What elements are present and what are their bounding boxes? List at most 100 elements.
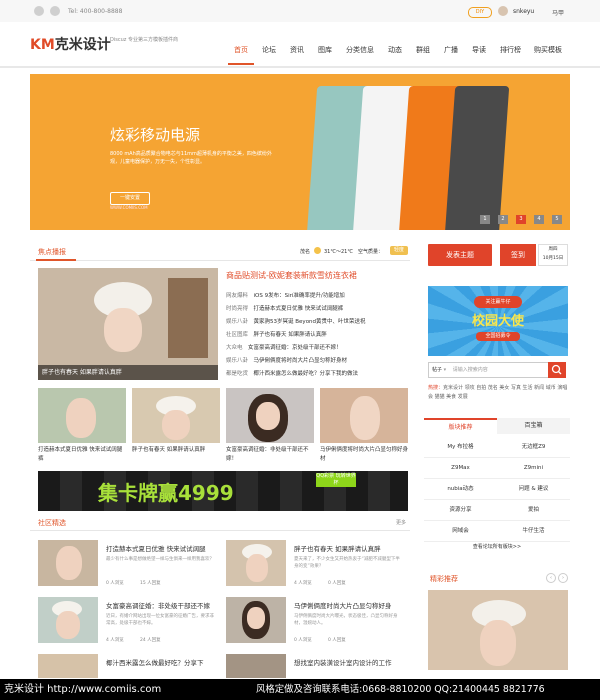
nav-news[interactable]: 资讯 [290,45,304,55]
board-link[interactable]: Z9mini [497,458,570,479]
thumb-caption[interactable]: 女富豪高调征婚：非处级干部还不嫁！ [226,446,314,464]
post-image[interactable] [226,654,286,678]
face-shape [246,554,268,582]
nav-gallery[interactable]: 图库 [318,45,332,55]
weibo-icon[interactable] [50,6,60,16]
news-row[interactable]: 社区图库 胖子也有春天 如果胖请认真胖 [226,330,327,338]
nav-home[interactable]: 首页 [234,45,248,55]
hot-words[interactable]: 克米设计 领攻 自拍 茂名 美女 写真 生活 新闻 域币 演唱会 猫猫 美食 发… [428,385,567,400]
thumb-caption[interactable]: 胖子也有春天 如果胖请认真胖 [132,446,220,455]
slide-dot-5[interactable]: 5 [552,215,562,224]
banner-title: 炫彩移动电源 [110,126,201,144]
post-title[interactable]: 想找室内装潢设计室内设计的工作 [294,657,392,667]
footer-bar: 克米设计 http://www.comiis.com 风格定做及咨询联系电话:0… [0,679,600,700]
board-link[interactable]: 资源分享 [424,500,497,521]
news-title: 打造赫本式夏日优雅 快来试试阔腿裤 [253,306,344,312]
nav-active-indicator [228,63,254,65]
search-button[interactable] [548,362,566,378]
news-row[interactable]: 都是吃货 椰汁西米露怎么做最好吃？分享下我的做法 [226,369,358,377]
campus-ambassador-ad[interactable]: 关注赢牛仔 校园大使 全国招募令 [428,286,568,356]
nav-broadcast[interactable]: 广播 [444,45,458,55]
post-excerpt: 马伊俐俩度时尚大片曝光，状态极佳，凸显匀称好身材，温婉动人。 [294,614,398,626]
headline-link[interactable]: 商品贴测试-欧妮套装新款雪纺连衣裙 [226,270,357,281]
tab-toolbox[interactable]: 百宝箱 [497,418,570,434]
weather-temp: 31℃～21℃ [324,249,353,255]
board-link[interactable]: 问题 & 建议 [497,479,570,500]
board-link[interactable]: 牛仔生活 [497,521,570,542]
banner-url: WWW.COMIIS.COM [110,205,148,210]
news-row[interactable]: 网友爆料 iOS 9发布：Siri准确率提升/功能增加 [226,291,345,299]
alias-dropdown[interactable]: 马甲 [552,8,564,17]
news-category: 网友爆料 [226,293,249,299]
news-category: 都是吃货 [226,371,249,377]
board-link[interactable]: 无边框Z9 [497,437,570,458]
thumb-caption[interactable]: 打造赫本式夏日优雅 快来试试阔腿裤 [38,446,126,464]
face-shape [247,607,265,629]
board-link[interactable]: Z9Max [424,458,497,479]
nav-activity[interactable]: 动态 [388,45,402,55]
nav-forum[interactable]: 论坛 [262,45,276,55]
tab-recommended-boards[interactable]: 版块推荐 [424,418,497,436]
post-topic-button[interactable]: 发表主题 [428,244,492,266]
ad-banner[interactable]: 集卡牌赢4999 QQ彩票 玩转世界杯 [38,471,408,511]
post-image[interactable] [38,597,98,643]
news-category: 大众电 [226,345,243,351]
next-arrow-icon[interactable]: › [558,573,568,583]
search-type-select[interactable]: 帖子 [432,367,442,373]
username-link[interactable]: snkeyu [513,8,534,15]
post-image[interactable] [38,654,98,678]
post-title[interactable]: 女富豪高调征婚：非处级干部还不嫁 [106,600,210,610]
post-title[interactable]: 打造赫本式夏日优雅 快来试试阔腿 [106,543,206,553]
nav-classifieds[interactable]: 分类信息 [346,45,374,55]
banner-cta-button[interactable]: 一键安置 [110,192,150,205]
news-row[interactable]: 时尚亮得 打造赫本式夏日优雅 快来试试阔腿裤 [226,304,343,312]
thumb-image[interactable] [320,388,408,443]
post-image[interactable] [226,597,286,643]
hot-label: 热搜： [428,385,444,391]
logo-tagline: Discuz 专业第三方模板插件商 [110,37,178,43]
featured-recommend-title: 精彩推荐 [430,575,458,583]
footer-site[interactable]: 克米设计 http://www.comiis.com [4,679,161,700]
divider [30,260,410,261]
user-avatar[interactable] [498,6,508,16]
thumb-caption[interactable]: 马伊俐俩度将时尚大片凸显匀称好身材 [320,446,408,464]
post-image[interactable] [38,540,98,586]
featured-recommend-image[interactable] [428,590,568,670]
thumb-image[interactable] [132,388,220,443]
thumb-image[interactable] [38,388,126,443]
news-row[interactable]: 娱乐八卦 黄家驹53岁冥诞 Beyond黄贯中、叶世荣送祝 [226,317,366,325]
board-link[interactable]: 爱拍 [497,500,570,521]
thumb-image[interactable] [226,388,314,443]
board-link[interactable]: My 布拉格 [424,437,497,458]
nav-groups[interactable]: 群组 [416,45,430,55]
diy-button[interactable]: DIY [468,7,492,18]
check-in-button[interactable]: 签到 [500,244,536,266]
slide-dot-1[interactable]: 1 [480,215,490,224]
phone-text: Tel: 400-800-8888 [68,8,123,15]
post-title[interactable]: 马伊俐俩度时尚大片凸显匀称好身 [294,600,392,610]
footer-contact: 风格定做及咨询联系电话:0668-8810200 QQ:21400445 882… [256,684,545,695]
nav-guide[interactable]: 导读 [472,45,486,55]
slide-dot-2[interactable]: 2 [498,215,508,224]
post-image[interactable] [226,540,286,586]
board-link[interactable]: nubia动态 [424,479,497,500]
news-category: 时尚亮得 [226,306,249,312]
news-row[interactable]: 娱乐八卦 马伊俐俩度将时尚大片凸显匀称好身材 [226,356,347,364]
prev-arrow-icon[interactable]: ‹ [546,573,556,583]
wechat-icon[interactable] [34,6,44,16]
featured-image[interactable]: 胖子也有春天 如果胖请认真胖 [38,268,218,380]
slide-dot-4[interactable]: 4 [534,215,544,224]
hot-searches[interactable]: 热搜：克米设计 领攻 自拍 茂名 美女 写真 生活 新闻 域币 演唱会 猫猫 美… [428,384,568,402]
site-logo[interactable]: KM克米设计 [30,34,111,54]
news-row[interactable]: 大众电 女富豪高调征婚：京处级干部还不嫁！ [226,343,342,351]
search-input[interactable]: 帖子 ▾ 请输入搜索内容 [428,362,550,378]
board-link[interactable]: 网域会 [424,521,497,542]
nav-ranking[interactable]: 排行榜 [500,45,521,55]
more-link[interactable]: 更多 [396,519,406,526]
post-title[interactable]: 胖子也有春天 如果胖请认真胖 [294,543,381,553]
nav-buy-templates[interactable]: 购买模板 [534,45,562,55]
hero-banner[interactable]: 炫彩移动电源 8000 mAh高品质聚合物电芯与11mm超薄机身的平衡之美，四色… [30,74,570,230]
post-title[interactable]: 椰汁西米露怎么做最好吃？分享下 [106,657,204,667]
slide-dot-3[interactable]: 3 [516,215,526,224]
all-boards-link[interactable]: 查看论坛所有版块>> [424,543,570,550]
